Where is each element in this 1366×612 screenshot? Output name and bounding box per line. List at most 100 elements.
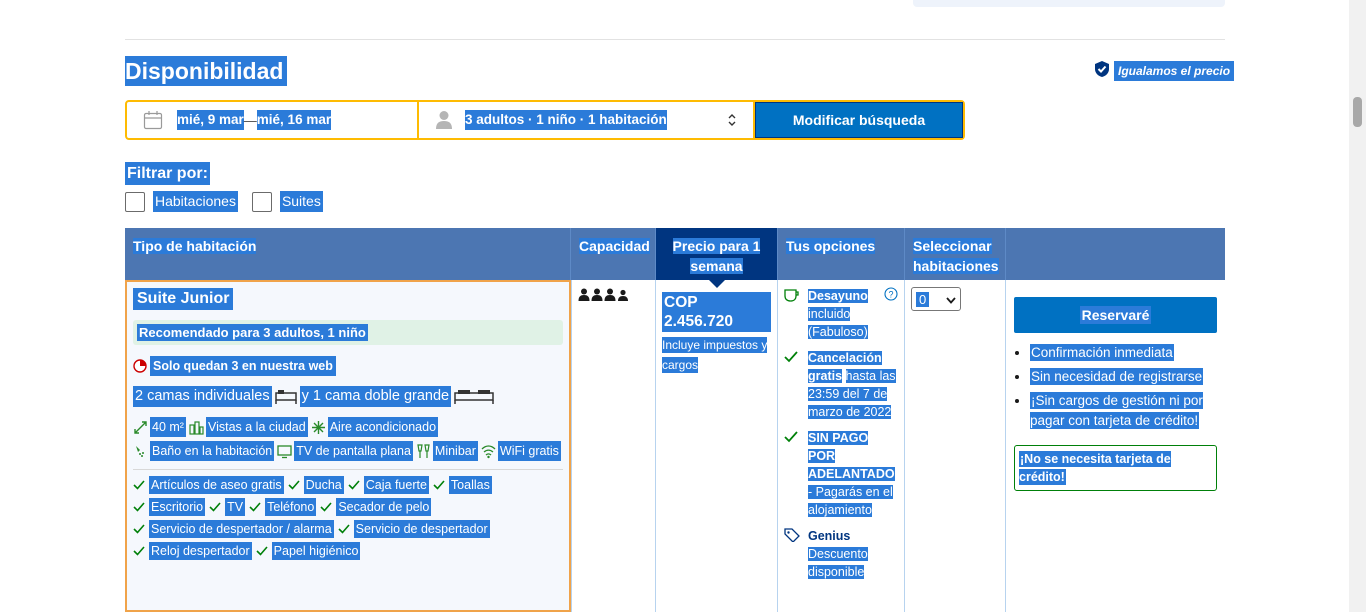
single-bed-icon xyxy=(274,389,297,405)
check-icon xyxy=(256,545,268,557)
check-icon xyxy=(288,479,300,491)
benefit-item: ¡Sin cargos de gestión ni por pagar con … xyxy=(1030,391,1217,431)
rooms-checkbox[interactable] xyxy=(125,191,145,212)
check-icon xyxy=(133,479,145,491)
coffee-icon xyxy=(784,289,800,306)
suites-checkbox-label: Suites xyxy=(279,191,323,212)
calendar-icon xyxy=(143,110,163,130)
room-quantity-select[interactable]: 0 xyxy=(911,287,961,311)
facility-list: 40 m² Vistas a la ciudad Aire acondicion… xyxy=(133,417,565,461)
help-icon[interactable]: ? xyxy=(884,287,898,306)
header-capacity: Capacidad xyxy=(571,228,656,280)
facility-minibar: Minibar xyxy=(416,441,478,461)
rooms-checkbox-label: Habitaciones xyxy=(153,191,238,212)
amenity-item: Servicio de despertador / alarma xyxy=(133,520,334,538)
modify-search-button[interactable]: Modificar búsqueda xyxy=(755,102,963,138)
scrollbar-thumb[interactable] xyxy=(1353,97,1362,127)
amenity-item: Escritorio xyxy=(133,498,206,516)
checkin-date: mié, 9 mar xyxy=(177,110,244,130)
amenity-item: Servicio de despertador xyxy=(338,520,490,538)
filter-suites[interactable]: Suites xyxy=(251,191,323,212)
page-scrollbar[interactable] xyxy=(1349,0,1366,612)
check-icon xyxy=(320,501,332,513)
price-match-label: Igualamos el precio xyxy=(1114,61,1235,81)
amenity-item: Ducha xyxy=(288,476,344,494)
filter-options: Habitaciones Suites xyxy=(125,191,323,212)
option-free-cancellation: Cancelación gratis hasta las 23:59 del 7… xyxy=(784,349,898,421)
capacity-cell xyxy=(571,280,656,612)
section-divider xyxy=(125,39,1225,40)
facility-bath: Baño en la habitación xyxy=(133,441,275,461)
amenity-item: TV xyxy=(209,498,246,516)
wifi-icon xyxy=(481,444,496,459)
clock-icon xyxy=(133,359,147,373)
minibar-icon xyxy=(416,443,431,459)
amenity-item: Toallas xyxy=(433,476,492,494)
chevron-updown-icon xyxy=(727,113,737,132)
no-card-badge: ¡No se necesita tarjeta de crédito! xyxy=(1014,445,1217,491)
facility-size: 40 m² xyxy=(133,417,186,437)
price-note: Incluye impuestos y cargos xyxy=(662,337,768,373)
double-bed-icon xyxy=(454,389,494,405)
room-table: Tipo de habitación Capacidad Precio para… xyxy=(125,228,1225,612)
room-name-link[interactable]: Suite Junior xyxy=(133,288,234,310)
person-icon xyxy=(435,110,453,130)
reserve-button[interactable]: Reservaré xyxy=(1014,297,1217,333)
tv-icon xyxy=(277,444,292,459)
facility-tv: TV de pantalla plana xyxy=(277,441,413,461)
price-cell: COP 2.456.720 Incluye impuestos y cargos xyxy=(656,280,778,612)
amenity-item: Reloj despertador xyxy=(133,542,252,560)
check-icon xyxy=(348,479,360,491)
room-details: Suite Junior Recomendado para 3 adultos,… xyxy=(125,280,571,612)
check-icon xyxy=(209,501,221,513)
check-icon xyxy=(249,501,261,513)
price-match[interactable]: Igualamos el precio xyxy=(1094,60,1235,83)
room-price: COP 2.456.720 xyxy=(662,292,771,332)
amenity-item: Papel higiénico xyxy=(256,542,361,560)
recommended-badge: Recomendado para 3 adultos, 1 niño xyxy=(133,320,563,345)
size-icon xyxy=(133,420,148,435)
guests-summary: 3 adultos · 1 niño · 1 habitación xyxy=(465,110,667,130)
suites-checkbox[interactable] xyxy=(251,191,272,212)
header-options: Tus opciones xyxy=(778,228,905,280)
check-icon xyxy=(133,501,145,513)
header-price: Precio para 1 semana xyxy=(656,228,778,288)
amenity-item: Caja fuerte xyxy=(348,476,429,494)
bed-config: 2 camas individuales y 1 cama doble gran… xyxy=(133,386,563,407)
amenity-list: Artículos de aseo gratis Ducha Caja fuer… xyxy=(133,476,565,560)
guests-selector[interactable]: 3 adultos · 1 niño · 1 habitación xyxy=(419,102,753,138)
date-separator: — xyxy=(243,112,257,128)
amenity-item: Secador de pelo xyxy=(320,498,432,516)
benefit-item: Sin necesidad de registrarse xyxy=(1030,367,1217,387)
benefit-item: Confirmación inmediata xyxy=(1030,343,1217,363)
header-room-type: Tipo de habitación xyxy=(125,228,571,280)
header-select: Seleccionar habitaciones xyxy=(905,228,1006,280)
reserve-benefits: Confirmación inmediata Sin necesidad de … xyxy=(1014,343,1217,431)
facility-divider xyxy=(133,469,563,470)
options-cell: Desayuno incluido (Fabuloso) ? Cancelació… xyxy=(778,280,905,612)
option-no-prepayment: SIN PAGO POR ADELANTADO - Pagarás en el … xyxy=(784,429,898,519)
top-info-box xyxy=(913,0,1225,7)
amenity-item: Teléfono xyxy=(249,498,317,516)
occupancy-icon xyxy=(578,288,649,302)
availability-title: Disponibilidad xyxy=(125,56,288,86)
facility-view: Vistas a la ciudad xyxy=(189,417,308,437)
price-match-icon xyxy=(1094,60,1110,83)
date-picker[interactable]: mié, 9 mar — mié, 16 mar xyxy=(127,102,417,138)
filter-rooms[interactable]: Habitaciones xyxy=(125,191,238,212)
scarcity-message: Solo quedan 3 en nuestra web xyxy=(133,356,563,376)
chevron-down-icon xyxy=(946,292,956,307)
checkout-date: mié, 16 mar xyxy=(256,110,332,130)
amenity-item: Artículos de aseo gratis xyxy=(133,476,284,494)
option-genius: Genius Descuento disponible xyxy=(784,527,898,581)
select-cell: 0 xyxy=(905,280,1006,612)
facility-wifi: WiFi gratis xyxy=(481,441,561,461)
table-header: Tipo de habitación Capacidad Precio para… xyxy=(125,228,1225,288)
shower-icon xyxy=(133,444,148,459)
search-bar: mié, 9 mar — mié, 16 mar 3 adultos · 1 n… xyxy=(125,100,965,140)
check-icon xyxy=(784,350,798,367)
option-breakfast: Desayuno incluido (Fabuloso) ? xyxy=(784,287,898,341)
check-icon xyxy=(133,523,145,535)
reserve-cell: Reservaré Confirmación inmediata Sin nec… xyxy=(1006,280,1225,612)
facility-ac: Aire acondicionado xyxy=(311,417,439,437)
